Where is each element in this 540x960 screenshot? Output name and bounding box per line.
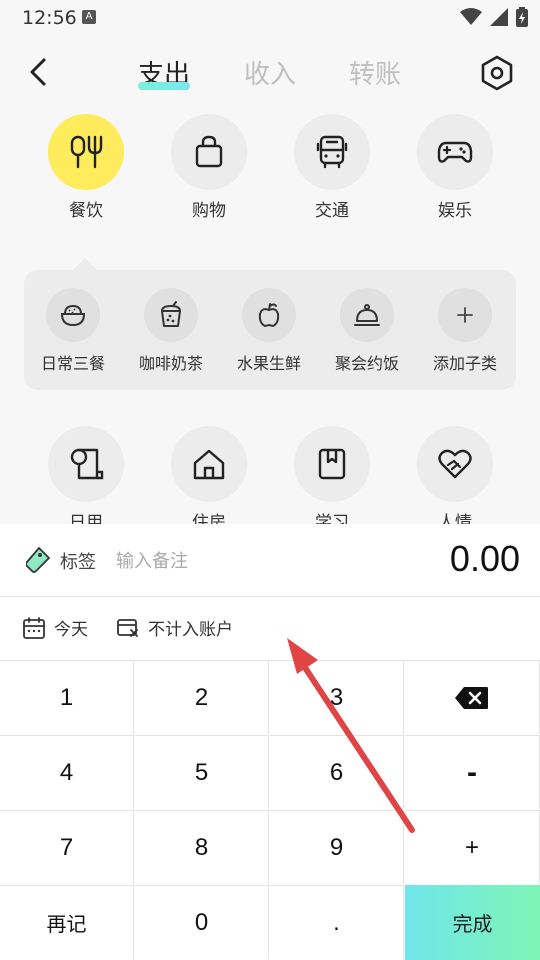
battery-icon <box>516 7 528 27</box>
backspace-key[interactable] <box>405 660 540 734</box>
food-icon <box>70 135 103 169</box>
category-label: 娱乐 <box>438 201 472 221</box>
subcategory-circle <box>46 288 100 342</box>
tag-label[interactable]: 标签 <box>60 548 96 574</box>
key-2[interactable]: 2 <box>135 660 269 734</box>
tab-transfer[interactable]: 转账 <box>349 54 401 91</box>
key-dot[interactable]: . <box>270 885 404 959</box>
backspace-icon <box>455 686 488 709</box>
category-housing-circle <box>171 426 247 502</box>
top-bar: 支出 收入 转账 <box>0 46 540 102</box>
category-food-circle <box>48 114 124 190</box>
minus-key[interactable]: - <box>405 735 540 809</box>
subcategory-circle <box>242 288 296 342</box>
keypad: 1 2 3 4 5 6 - 7 8 9 + 再记 0 . 完成 <box>0 660 540 960</box>
tab-underline <box>138 82 190 90</box>
key-5[interactable]: 5 <box>135 735 269 809</box>
key-6[interactable]: 6 <box>270 735 404 809</box>
plus-icon <box>457 307 473 323</box>
wifi-icon <box>460 8 482 25</box>
account-label: 不计入账户 <box>148 620 233 640</box>
subcategory-label: 添加子类 <box>432 354 497 373</box>
subcategory-circle <box>144 288 198 342</box>
apple-icon <box>258 303 280 328</box>
category-transport[interactable]: 交通 <box>287 114 377 221</box>
category-entertainment-circle <box>417 114 493 190</box>
category-study[interactable]: 学习 <box>287 426 377 533</box>
category-daily-circle <box>48 426 124 502</box>
subcategory-label: 日常三餐 <box>40 354 105 373</box>
category-daily[interactable]: 日用 <box>41 426 131 533</box>
key-9[interactable]: 9 <box>270 810 404 884</box>
subcategory-label: 咖啡奶茶 <box>138 354 203 373</box>
house-icon <box>193 449 225 480</box>
settings-hexagon-icon <box>481 55 513 91</box>
key-3[interactable]: 3 <box>270 660 404 734</box>
amount-display: 0.00 <box>449 538 520 579</box>
subcategory-gathering[interactable]: 聚会约饭 <box>318 288 416 374</box>
signal-icon <box>490 8 508 26</box>
back-button[interactable] <box>22 54 58 90</box>
key-1[interactable]: 1 <box>0 660 134 734</box>
category-study-circle <box>294 426 370 502</box>
category-food[interactable]: 餐饮 <box>41 114 131 221</box>
back-arrow-icon <box>30 58 46 86</box>
done-button[interactable]: 完成 <box>405 885 540 960</box>
tab-income[interactable]: 收入 <box>244 54 296 91</box>
subcategory-circle <box>340 288 394 342</box>
subcategory-panel: 日常三餐 咖啡奶茶 水果生鲜 聚会约饭 添加子类 <box>24 270 516 390</box>
key-8[interactable]: 8 <box>135 810 269 884</box>
subcategory-label: 水果生鲜 <box>236 354 301 373</box>
note-input[interactable] <box>114 544 358 578</box>
category-gifts[interactable]: 人情 <box>410 426 500 533</box>
dish-cover-icon <box>354 304 380 326</box>
again-key[interactable]: 再记 <box>0 885 134 959</box>
key-4[interactable]: 4 <box>0 735 134 809</box>
heart-hand-icon <box>438 449 472 479</box>
gamepad-icon <box>437 141 473 163</box>
category-label: 购物 <box>192 201 226 221</box>
note-row: 标签 0.00 <box>0 524 540 597</box>
sub-panel-pointer <box>73 258 97 270</box>
category-shopping[interactable]: 购物 <box>164 114 254 221</box>
subcategory-label: 聚会约饭 <box>334 354 399 373</box>
category-entertainment[interactable]: 娱乐 <box>410 114 500 221</box>
plus-key[interactable]: + <box>405 810 540 884</box>
subcategory-add[interactable]: 添加子类 <box>416 288 514 374</box>
category-gifts-circle <box>417 426 493 502</box>
category-transport-circle <box>294 114 370 190</box>
settings-button[interactable] <box>478 54 516 92</box>
category-shopping-circle <box>171 114 247 190</box>
notification-icon: A <box>82 10 96 24</box>
key-0[interactable]: 0 <box>135 885 269 959</box>
key-7[interactable]: 7 <box>0 810 134 884</box>
category-housing[interactable]: 住房 <box>164 426 254 533</box>
category-label: 餐饮 <box>69 201 103 221</box>
subcategory-coffee-tea[interactable]: 咖啡奶茶 <box>122 288 220 374</box>
card-x-icon <box>117 618 138 637</box>
date-button[interactable]: 今天 <box>22 615 88 640</box>
date-label: 今天 <box>54 620 88 640</box>
meta-row: 今天 不计入账户 <box>0 597 540 659</box>
calendar-icon <box>23 616 45 639</box>
subcategory-fruit[interactable]: 水果生鲜 <box>220 288 318 374</box>
shopping-bag-icon <box>195 135 223 168</box>
book-icon <box>318 448 346 480</box>
tag-icon[interactable] <box>26 546 52 574</box>
subcategory-meals[interactable]: 日常三餐 <box>24 288 122 374</box>
status-time: 12:56 <box>22 7 77 29</box>
rice-bowl-icon <box>60 304 86 327</box>
subcategory-circle <box>438 288 492 342</box>
bus-icon <box>316 135 348 169</box>
category-label: 交通 <box>315 201 349 221</box>
status-right <box>460 7 528 27</box>
paper-roll-icon <box>70 448 104 480</box>
status-bar: 12:56 A <box>0 0 540 36</box>
bubble-tea-icon <box>161 301 181 327</box>
account-button[interactable]: 不计入账户 <box>116 615 233 640</box>
